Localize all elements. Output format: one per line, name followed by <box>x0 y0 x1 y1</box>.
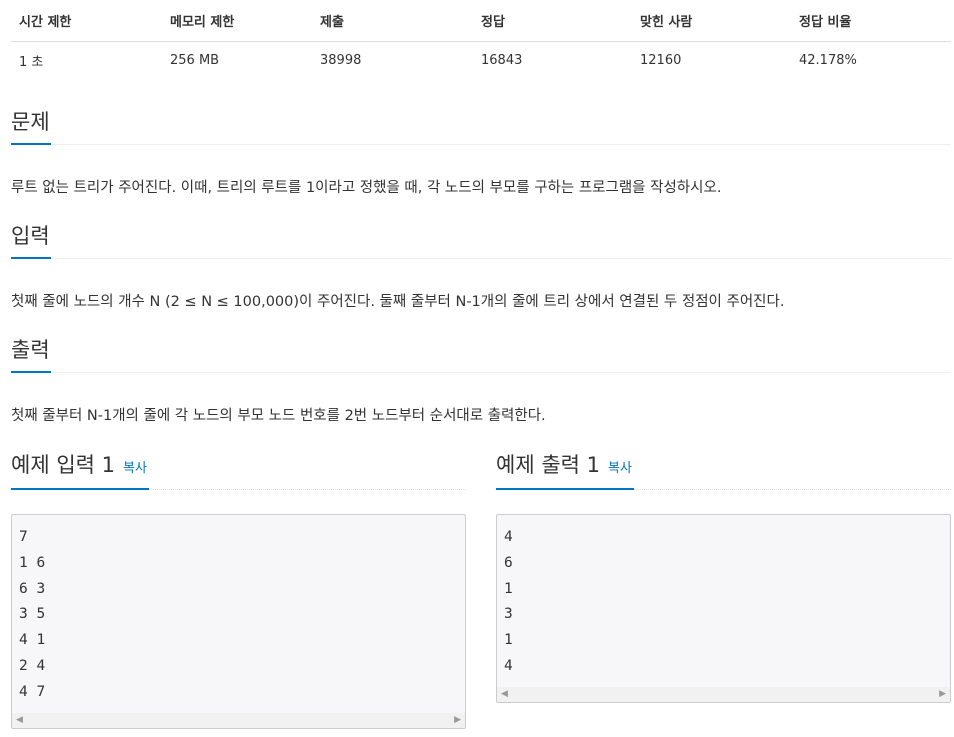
table-header-row: 시간 제한 메모리 제한 제출 정답 맞힌 사람 정답 비율 <box>11 0 951 42</box>
input-section: 입력 첫째 줄에 노드의 개수 N (2 ≤ N ≤ 100,000)이 주어진… <box>11 222 951 310</box>
horizontal-scrollbar[interactable]: ◀ ▶ <box>497 687 950 702</box>
heading-underline <box>11 257 51 259</box>
code-line: 1 <box>504 632 513 649</box>
sample-output-lines: 4 6 1 3 1 4 <box>497 515 950 680</box>
table-row: 1 초 256 MB 38998 16843 12160 42.178% <box>11 42 951 78</box>
sample-input-code[interactable]: 7 1 6 6 3 3 5 4 1 2 4 4 7 ◀ ▶ <box>11 514 466 729</box>
value-accepted: 16843 <box>481 52 523 68</box>
sample-input-lines: 7 1 6 6 3 3 5 4 1 2 4 4 7 <box>12 515 465 706</box>
code-line: 1 6 <box>19 554 46 571</box>
heading-underline <box>11 371 51 373</box>
code-line: 2 4 <box>19 657 46 674</box>
code-line: 1 <box>504 580 513 597</box>
code-line: 4 7 <box>19 683 46 700</box>
code-line: 4 1 <box>19 632 46 649</box>
sample-output-heading: 예제 출력 1 복사 <box>496 446 951 490</box>
value-solvers: 12160 <box>640 52 682 68</box>
sample-output-code[interactable]: 4 6 1 3 1 4 ◀ ▶ <box>496 514 951 703</box>
input-title: 입력 <box>11 224 50 248</box>
scroll-left-icon[interactable]: ◀ <box>501 689 508 699</box>
copy-sample-output-button[interactable]: 복사 <box>608 457 632 476</box>
code-line: 3 5 <box>19 606 46 623</box>
value-time-limit: 1 초 <box>19 54 44 70</box>
header-memory-limit: 메모리 제한 <box>170 15 235 30</box>
code-line: 4 <box>504 529 513 545</box>
sample-output-title: 예제 출력 1 <box>496 453 600 477</box>
heading-underline <box>496 488 634 490</box>
heading-underline <box>11 488 149 490</box>
value-submissions: 38998 <box>320 52 362 68</box>
output-description: 첫째 줄부터 N-1개의 줄에 각 노드의 부모 노드 번호를 2번 노드부터 … <box>11 408 546 424</box>
value-memory-limit: 256 MB <box>170 52 220 68</box>
value-accept-ratio: 42.178% <box>799 52 857 68</box>
heading-underline <box>11 143 51 145</box>
code-line: 4 <box>504 657 513 674</box>
output-section: 출력 첫째 줄부터 N-1개의 줄에 각 노드의 부모 노드 번호를 2번 노드… <box>11 336 951 424</box>
code-line: 6 3 <box>19 580 46 597</box>
code-line: 7 <box>19 529 28 545</box>
input-heading: 입력 <box>11 222 951 259</box>
output-heading: 출력 <box>11 336 951 373</box>
copy-sample-input-button[interactable]: 복사 <box>123 457 147 476</box>
output-title: 출력 <box>11 338 50 362</box>
sample-input-title: 예제 입력 1 <box>11 453 115 477</box>
scroll-right-icon[interactable]: ▶ <box>939 689 946 699</box>
horizontal-scrollbar[interactable]: ◀ ▶ <box>12 713 465 728</box>
header-accepted: 정답 <box>481 15 505 30</box>
problem-description: 루트 없는 트리가 주어진다. 이때, 트리의 루트를 1이라고 정했을 때, … <box>11 180 722 196</box>
sample-input-section: 예제 입력 1 복사 7 1 6 6 3 3 5 4 1 2 4 4 7 ◀ ▶ <box>11 446 466 729</box>
sample-output-section: 예제 출력 1 복사 4 6 1 3 1 4 ◀ ▶ <box>496 446 951 703</box>
scroll-left-icon[interactable]: ◀ <box>16 715 23 725</box>
header-submissions: 제출 <box>320 15 344 30</box>
code-line: 3 <box>504 606 513 623</box>
problem-title: 문제 <box>11 110 50 134</box>
code-line: 6 <box>504 554 513 571</box>
sample-input-heading: 예제 입력 1 복사 <box>11 446 466 490</box>
problem-heading: 문제 <box>11 108 951 145</box>
problem-section: 문제 루트 없는 트리가 주어진다. 이때, 트리의 루트를 1이라고 정했을 … <box>11 108 951 196</box>
header-solvers: 맞힌 사람 <box>640 15 693 30</box>
header-time-limit: 시간 제한 <box>19 15 72 30</box>
problem-info-table: 시간 제한 메모리 제한 제출 정답 맞힌 사람 정답 비율 1 초 256 M… <box>11 0 951 78</box>
input-description: 첫째 줄에 노드의 개수 N (2 ≤ N ≤ 100,000)이 주어진다. … <box>11 294 785 310</box>
header-accept-ratio: 정답 비율 <box>799 15 852 30</box>
scroll-right-icon[interactable]: ▶ <box>454 715 461 725</box>
